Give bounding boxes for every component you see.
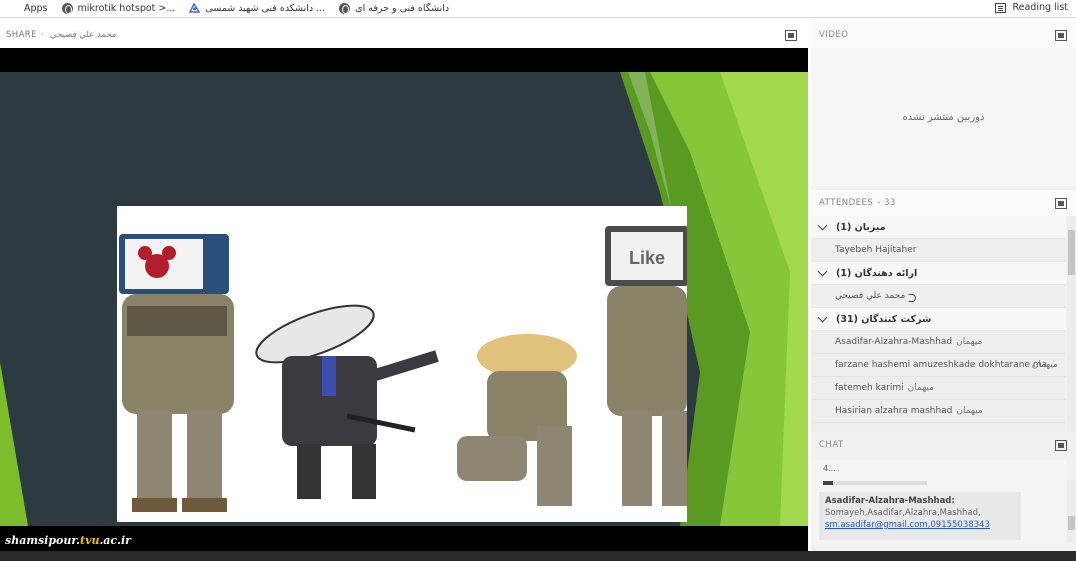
attendee-name: Tayebeh Hajitaher xyxy=(835,245,917,255)
share-title: SHARE xyxy=(6,30,37,40)
group-label: ارائه دهندگان (1) xyxy=(836,267,918,279)
attendee-name: farzane hashemi amuzeshkade dokhtarane m… xyxy=(835,360,1056,370)
attendee-name: Hasirian alzahra mashhad xyxy=(835,406,953,416)
globe-icon xyxy=(61,3,73,14)
chevron-down-icon xyxy=(817,312,828,322)
video-title: VIDEO xyxy=(819,30,849,40)
bookmark-shamsi[interactable]: دانشکده فنی شهید شمسی ... xyxy=(189,2,326,14)
attendee-row[interactable]: fatemeh karimi میهمان xyxy=(811,377,1066,400)
bookmark-mikrotik[interactable]: mikrotik hotspot >... xyxy=(61,3,176,14)
attendee-role: میهمان xyxy=(1031,360,1058,370)
bookmark-apps[interactable]: Apps xyxy=(8,3,48,14)
globe-icon xyxy=(339,3,351,14)
attendee-name: محمد علي فصيحي xyxy=(835,291,906,301)
attendee-name: fatemeh karimi xyxy=(835,383,904,393)
apps-grid-icon xyxy=(8,3,19,14)
attendee-row[interactable]: Tayebeh Hajitaher xyxy=(811,239,1066,262)
attendee-role: میهمان xyxy=(956,337,983,347)
attendee-row[interactable]: Hasirian alzahra mashhad میهمان xyxy=(811,400,1066,423)
video-panel-body: دوربین منتشر نشده xyxy=(811,48,1076,186)
maximize-share-icon[interactable] xyxy=(785,30,797,41)
chevron-down-icon xyxy=(817,220,828,230)
svg-text:Like: Like xyxy=(629,248,665,268)
share-presenter-name: محمد علي فصيحي xyxy=(50,30,117,40)
share-panel-header: SHARE · محمد علي فصيحي xyxy=(0,22,808,48)
video-panel-header: VIDEO xyxy=(811,22,1076,48)
maximize-attendees-icon[interactable] xyxy=(1055,198,1067,209)
bookmark-label: دانشگاه فنی و حرفه ای xyxy=(355,3,450,14)
attendees-count: - 33 xyxy=(877,198,896,208)
chat-panel-header: CHAT xyxy=(811,432,1076,458)
chat-message: Asadifar-Alzahra-Mashhad: Somayeh,Asadif… xyxy=(819,492,1021,540)
attendees-title: ATTENDEES xyxy=(819,198,874,208)
chat-sender: Asadifar-Alzahra-Mashhad: xyxy=(825,496,955,506)
attendee-name: Asadifar-Alzahra-Mashhad xyxy=(835,337,953,347)
attendee-row[interactable]: محمد علي فصيحي xyxy=(811,285,1066,308)
chat-title: CHAT xyxy=(819,440,844,450)
right-sidebar: VIDEO دوربین منتشر نشده ATTENDEES - 33 م… xyxy=(811,22,1076,551)
chat-scroll-thumb[interactable] xyxy=(1068,516,1075,530)
watermark-prefix: shamsipour. xyxy=(5,534,80,547)
chat-message-divider xyxy=(823,481,927,485)
reading-list-button[interactable]: Reading list xyxy=(995,2,1068,13)
maximize-chat-icon[interactable] xyxy=(1055,440,1067,451)
bookmark-tvu[interactable]: دانشگاه فنی و حرفه ای xyxy=(339,3,449,14)
taskbar-strip xyxy=(0,551,1076,561)
slide-image: Like xyxy=(117,206,687,522)
chat-body: Somayeh,Asadifar,Alzahra,Mashhad, xyxy=(825,508,981,518)
video-status: دوربین منتشر نشده xyxy=(902,111,985,123)
chat-scrollbar[interactable] xyxy=(1067,480,1076,542)
site-favicon-icon xyxy=(189,2,201,14)
share-separator: · xyxy=(40,30,44,40)
speaking-icon xyxy=(909,292,917,302)
group-label: میزبان (1) xyxy=(836,221,886,233)
maximize-video-icon[interactable] xyxy=(1055,30,1067,41)
attendee-row[interactable]: Asadifar-Alzahra-Mashhad میهمان xyxy=(811,331,1066,354)
attendee-role: میهمان xyxy=(907,383,934,393)
bookmarks-bar: Apps mikrotik hotspot >... دانشکده فنی ش… xyxy=(0,0,1076,18)
share-stage: Like shamsipour.tvu.ac.ir xyxy=(0,48,808,551)
attendees-scroll-thumb[interactable] xyxy=(1068,230,1075,275)
chevron-down-icon xyxy=(817,266,828,276)
bookmark-label: mikrotik hotspot >... xyxy=(77,3,176,14)
watermark-accent: tvu xyxy=(79,534,100,547)
chat-messages: 4... Asadifar-Alzahra-Mashhad: Somayeh,A… xyxy=(811,460,1066,544)
chat-fragment: 4... xyxy=(823,464,836,473)
attendees-panel-header: ATTENDEES - 33 xyxy=(811,190,1076,216)
reading-list-icon xyxy=(995,2,1007,13)
attendee-row[interactable]: farzane hashemi amuzeshkade dokhtarane m… xyxy=(811,354,1066,377)
bookmark-label: Apps xyxy=(24,3,48,14)
attendee-group-presenters[interactable]: ارائه دهندگان (1) xyxy=(811,262,1066,285)
attendee-group-participants[interactable]: شرکت کنندگان (31) xyxy=(811,308,1066,331)
watermark-suffix: .ac.ir xyxy=(99,534,131,547)
reading-list-label: Reading list xyxy=(1012,2,1068,13)
group-label: شرکت کنندگان (31) xyxy=(836,313,932,325)
site-watermark: shamsipour.tvu.ac.ir xyxy=(0,532,131,550)
bookmark-label: دانشکده فنی شهید شمسی ... xyxy=(205,3,326,14)
attendees-list: میزبان (1) Tayebeh Hajitaher ارائه دهندگ… xyxy=(811,216,1066,434)
chat-link[interactable]: sm.asadifar@gmail.com,09155038343 xyxy=(825,520,1015,530)
attendees-scrollbar[interactable] xyxy=(1067,216,1076,434)
attendee-group-host[interactable]: میزبان (1) xyxy=(811,216,1066,239)
attendee-role: میهمان xyxy=(956,406,983,416)
